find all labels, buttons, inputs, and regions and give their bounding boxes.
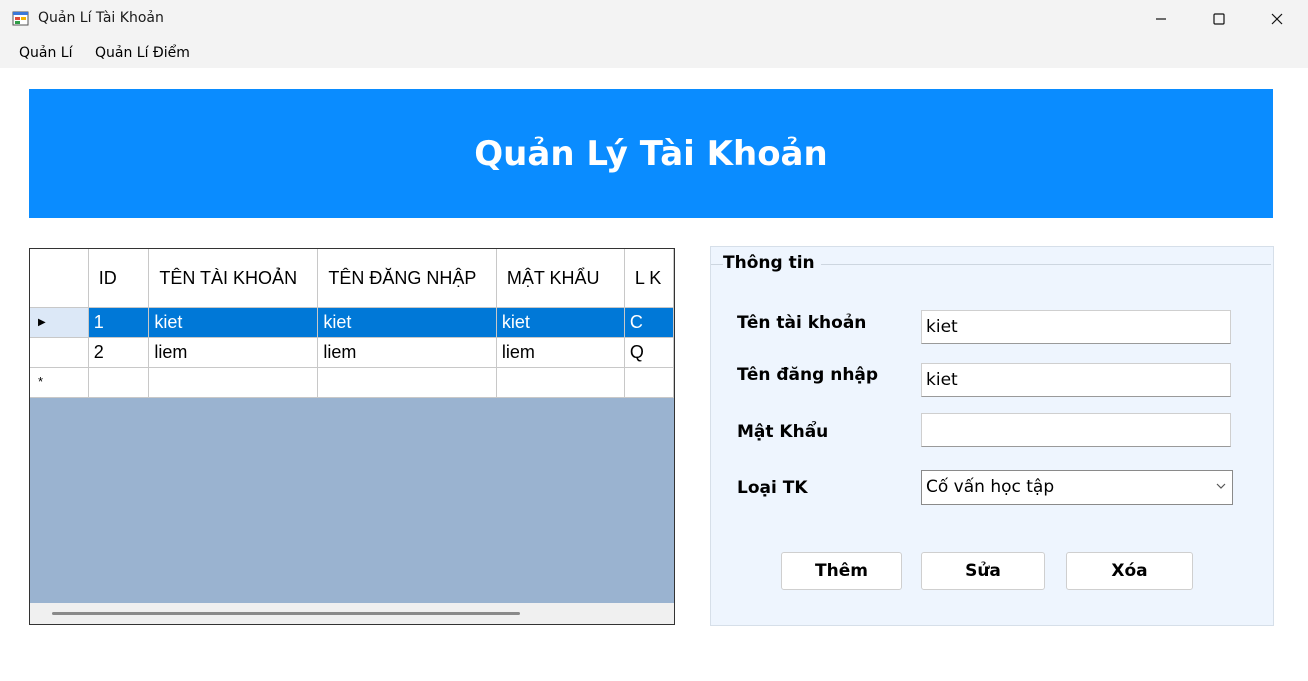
password-label: Mật Khẩu: [737, 422, 829, 442]
column-header-account-type[interactable]: L K: [624, 249, 674, 308]
row-header[interactable]: *: [30, 367, 89, 398]
cell-account-type[interactable]: C: [624, 307, 674, 338]
page-title: Quản Lý Tài Khoản: [474, 133, 828, 174]
cell-account-type[interactable]: Q: [624, 337, 674, 368]
account-type-selected-value: Cố vấn học tập: [926, 477, 1055, 497]
delete-button[interactable]: Xóa: [1066, 552, 1193, 590]
edit-button[interactable]: Sửa: [921, 552, 1045, 590]
table-row[interactable]: ▶ 1 kiet kiet kiet C: [30, 307, 674, 338]
menu-bar: Quản Lí Quản Lí Điểm: [0, 38, 1308, 68]
info-groupbox: Thông tin Tên tài khoản kiet Tên đăng nh…: [710, 246, 1274, 626]
cell-empty[interactable]: [496, 367, 625, 398]
cell-account-name[interactable]: kiet: [148, 307, 319, 338]
account-name-input[interactable]: kiet: [921, 310, 1231, 344]
cell-id[interactable]: 1: [88, 307, 150, 338]
cell-username[interactable]: kiet: [317, 307, 497, 338]
accounts-data-grid[interactable]: ID TÊN TÀI KHOẢN TÊN ĐĂNG NHẬP MẬT KHẨU …: [29, 248, 675, 625]
close-icon: [1271, 13, 1283, 25]
cell-empty[interactable]: [317, 367, 497, 398]
chevron-down-icon: [1216, 483, 1226, 489]
grid-header-row: ID TÊN TÀI KHOẢN TÊN ĐĂNG NHẬP MẬT KHẨU …: [30, 249, 674, 308]
account-type-select[interactable]: Cố vấn học tập: [921, 470, 1233, 505]
window-title: Quản Lí Tài Khoản: [38, 10, 164, 26]
header-banner: Quản Lý Tài Khoản: [29, 89, 1273, 218]
row-header[interactable]: ▶: [30, 307, 89, 338]
menu-quan-li-diem[interactable]: Quản Lí Điểm: [95, 45, 190, 61]
close-button[interactable]: [1248, 0, 1306, 38]
column-header-username[interactable]: TÊN ĐĂNG NHẬP: [317, 249, 497, 308]
menu-quan-li[interactable]: Quản Lí: [19, 45, 72, 61]
minimize-icon: [1156, 18, 1166, 20]
add-button[interactable]: Thêm: [781, 552, 902, 590]
grid-table: ID TÊN TÀI KHOẢN TÊN ĐĂNG NHẬP MẬT KHẨU …: [30, 249, 674, 398]
cell-account-name[interactable]: liem: [148, 337, 319, 368]
column-header-password[interactable]: MẬT KHẨU: [496, 249, 625, 308]
row-header[interactable]: [30, 337, 89, 368]
cell-empty[interactable]: [148, 367, 319, 398]
username-label: Tên đăng nhập: [737, 365, 879, 385]
title-bar: Quản Lí Tài Khoản: [0, 0, 1308, 38]
cell-empty[interactable]: [88, 367, 150, 398]
row-header-corner: [30, 249, 89, 308]
cell-username[interactable]: liem: [317, 337, 497, 368]
maximize-button[interactable]: [1190, 0, 1248, 38]
column-header-id[interactable]: ID: [88, 249, 150, 308]
username-input[interactable]: kiet: [921, 363, 1231, 397]
new-row[interactable]: *: [30, 367, 674, 398]
maximize-icon: [1213, 13, 1225, 25]
app-window-icon: [12, 11, 29, 26]
horizontal-scrollbar[interactable]: [30, 603, 674, 624]
password-input[interactable]: [921, 413, 1231, 447]
table-row[interactable]: 2 liem liem liem Q: [30, 337, 674, 368]
minimize-button[interactable]: [1132, 0, 1190, 38]
new-row-asterisk-icon: *: [38, 374, 44, 389]
scrollbar-thumb[interactable]: [52, 612, 520, 615]
column-header-account-name[interactable]: TÊN TÀI KHOẢN: [148, 249, 319, 308]
cell-empty[interactable]: [624, 367, 674, 398]
cell-password[interactable]: liem: [496, 337, 625, 368]
account-name-label: Tên tài khoản: [737, 313, 867, 333]
account-type-label: Loại TK: [737, 478, 808, 498]
groupbox-title: Thông tin: [723, 253, 821, 273]
cell-password[interactable]: kiet: [496, 307, 625, 338]
current-row-arrow-icon: ▶: [38, 317, 46, 328]
cell-id[interactable]: 2: [88, 337, 150, 368]
